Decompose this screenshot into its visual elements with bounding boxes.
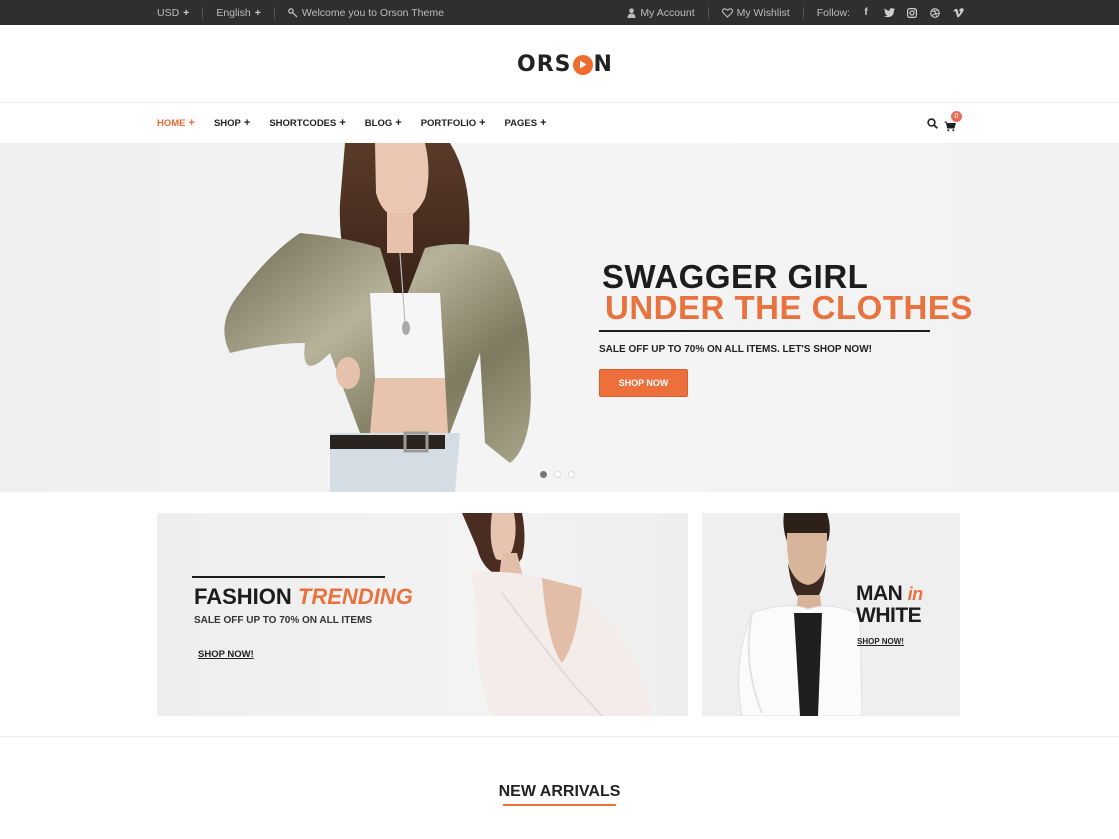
banner-title-line1: MAN in [856,582,923,606]
currency-label: USD [157,6,180,19]
instagram-icon[interactable] [906,7,918,19]
nav-item-shop[interactable]: SHOP + [214,117,250,129]
nav-menu: HOME + SHOP + SHORTCODES + BLOG + PORTFOLIO +… [157,103,547,143]
header: ORS N [0,25,1119,103]
heart-icon [721,7,733,18]
main-nav: HOME + SHOP + SHORTCODES + BLOG + PORTFOLIO +… [0,103,1119,143]
slider-dot-2[interactable] [554,471,561,478]
slider-dots [540,471,575,478]
banner-title-line2: WHITE [856,604,922,627]
nav-item-label: SHOP [213,117,241,129]
banner-title-accent: in [907,584,924,604]
plus-icon: + [395,117,402,129]
separator [707,6,709,19]
welcome-text: Welcome you to Orson Theme [301,6,444,19]
banner-title: FASHION TRENDING [194,584,413,610]
language-label: English [216,6,251,19]
plus-icon: + [243,117,251,129]
twitter-icon[interactable] [883,7,895,19]
hero-model-image [224,143,531,492]
cart-button[interactable]: 0 [944,111,962,132]
section-divider [0,736,1119,737]
user-icon [627,7,636,18]
nav-item-label: BLOG [364,117,393,129]
top-bar-left: USD + English + Welcome you to Orson The… [157,0,444,25]
banner-man-image [738,513,862,716]
facebook-icon[interactable]: f [860,7,872,19]
my-wishlist-label: My Wishlist [736,6,790,19]
separator [202,6,204,19]
play-icon [572,54,593,75]
hero-title-line2: UNDER THE CLOTHES [605,289,973,326]
shop-now-link[interactable]: SHOP NOW! [198,649,254,660]
dribbble-icon[interactable] [929,7,941,19]
logo-text-left: ORS [517,52,572,77]
banner-title-main: FASHION [194,584,292,609]
top-bar-right: My Account My Wishlist Follow: f [627,0,964,25]
slider-dot-3[interactable] [568,471,575,478]
cart-count-badge: 0 [951,111,962,122]
hero-subtitle: SALE OFF UP TO 70% ON ALL ITEMS. LET'S S… [599,344,872,355]
separator [802,6,804,19]
plus-icon: + [188,117,195,129]
shop-now-button[interactable]: SHOP NOW [599,369,688,397]
my-wishlist-link[interactable]: My Wishlist [721,6,790,19]
nav-item-label: SHORTCODES [269,117,337,129]
banner-title-accent: TRENDING [297,584,413,609]
fashion-trending-banner[interactable]: FASHION TRENDING SALE OFF UP TO 70% ON A… [157,513,688,716]
plus-icon: + [339,117,346,129]
follow-label: Follow: [816,6,850,19]
hero-slider: SWAGGER GIRL UNDER THE CLOTHES SALE OFF … [0,143,1119,492]
key-icon [288,7,298,18]
plus-icon: + [183,6,190,19]
currency-selector[interactable]: USD + [157,7,189,19]
shop-now-link[interactable]: SHOP NOW! [857,637,904,646]
welcome-message: Welcome you to Orson Theme [288,7,444,19]
logo-text-right: N [593,52,613,77]
nav-item-label: HOME [157,117,186,129]
search-icon[interactable] [927,116,938,134]
nav-item-label: PORTFOLIO [420,117,477,129]
my-account-link[interactable]: My Account [627,6,695,19]
nav-item-portfolio[interactable]: PORTFOLIO + [421,117,486,129]
separator [273,6,275,19]
nav-item-home[interactable]: HOME + [157,117,195,129]
top-bar: USD + English + Welcome you to Orson The… [0,0,1119,25]
nav-item-blog[interactable]: BLOG + [365,117,402,129]
nav-item-shortcodes[interactable]: SHORTCODES + [269,117,345,129]
plus-icon: + [479,117,486,129]
banner-title-main: MAN [856,582,903,605]
language-selector[interactable]: English + [216,7,261,19]
nav-tools: 0 [927,111,962,134]
nav-item-pages[interactable]: PAGES + [505,117,547,129]
nav-item-label: PAGES [504,117,538,129]
slider-dot-1[interactable] [540,471,547,478]
site-logo[interactable]: ORS N [517,52,613,77]
section-title-underline [503,804,616,806]
banner-subtitle: SALE OFF UP TO 70% ON ALL ITEMS [194,615,372,626]
vimeo-icon[interactable] [952,7,964,19]
plus-icon: + [540,117,547,129]
banner-model-image [462,513,652,716]
my-account-label: My Account [640,6,695,19]
plus-icon: + [254,6,261,19]
section-title: NEW ARRIVALS [498,783,621,800]
man-in-white-banner[interactable]: MAN in WHITE SHOP NOW! [702,513,960,716]
hero-divider [599,330,930,332]
banner-divider [192,576,385,578]
social-links: f [860,7,964,19]
